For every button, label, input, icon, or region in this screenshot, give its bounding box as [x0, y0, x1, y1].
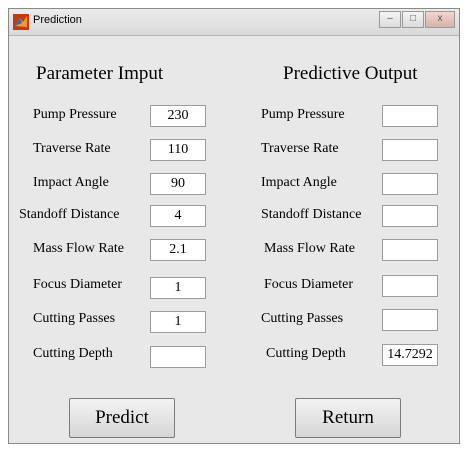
predictive-output-heading: Predictive Output [283, 63, 418, 84]
input-traverse-rate-field[interactable] [150, 139, 206, 161]
output-standoff-distance-field[interactable] [382, 205, 438, 227]
output-label-cutting-depth: Cutting Depth [266, 346, 346, 361]
output-label-cutting-passes: Cutting Passes [261, 311, 344, 326]
minimize-button[interactable]: – [379, 11, 401, 28]
input-cutting-passes-field[interactable] [150, 311, 206, 333]
title-bar: Prediction – □ x [9, 9, 459, 36]
maximize-button[interactable]: □ [402, 11, 424, 28]
input-label-focus-diameter: Focus Diameter [33, 277, 123, 292]
output-pump-pressure-field[interactable] [382, 105, 438, 127]
output-label-standoff-distance: Standoff Distance [261, 207, 362, 222]
output-label-traverse-rate: Traverse Rate [261, 141, 339, 156]
output-label-pump-pressure: Pump Pressure [261, 107, 345, 122]
output-traverse-rate-field[interactable] [382, 139, 438, 161]
return-button[interactable]: Return [295, 398, 401, 438]
input-label-standoff-distance: Standoff Distance [19, 207, 120, 222]
input-label-pump-pressure: Pump Pressure [33, 107, 117, 122]
output-focus-diameter-field[interactable] [382, 275, 438, 297]
input-cutting-depth-field[interactable] [150, 346, 206, 368]
matlab-icon [13, 14, 29, 30]
predict-button[interactable]: Predict [69, 398, 175, 438]
input-label-cutting-passes: Cutting Passes [33, 311, 116, 326]
input-standoff-distance-field[interactable] [150, 205, 206, 227]
input-label-cutting-depth: Cutting Depth [33, 346, 113, 361]
output-cutting-passes-field[interactable] [382, 309, 438, 331]
input-label-impact-angle: Impact Angle [33, 175, 109, 190]
output-impact-angle-field[interactable] [382, 173, 438, 195]
parameter-input-heading: Parameter Imput [36, 63, 164, 84]
input-label-mass-flow-rate: Mass Flow Rate [33, 241, 124, 256]
output-cutting-depth-field[interactable] [382, 344, 438, 366]
prediction-window: Prediction – □ x Parameter Imput Predict… [8, 8, 460, 444]
input-focus-diameter-field[interactable] [150, 277, 206, 299]
output-mass-flow-rate-field[interactable] [382, 239, 438, 261]
output-label-impact-angle: Impact Angle [261, 175, 337, 190]
close-button[interactable]: x [425, 11, 455, 28]
output-label-focus-diameter: Focus Diameter [264, 277, 354, 292]
input-mass-flow-rate-field[interactable] [150, 239, 206, 261]
input-label-traverse-rate: Traverse Rate [33, 141, 111, 156]
window-title: Prediction [33, 14, 82, 26]
output-label-mass-flow-rate: Mass Flow Rate [264, 241, 355, 256]
input-impact-angle-field[interactable] [150, 173, 206, 195]
input-pump-pressure-field[interactable] [150, 105, 206, 127]
